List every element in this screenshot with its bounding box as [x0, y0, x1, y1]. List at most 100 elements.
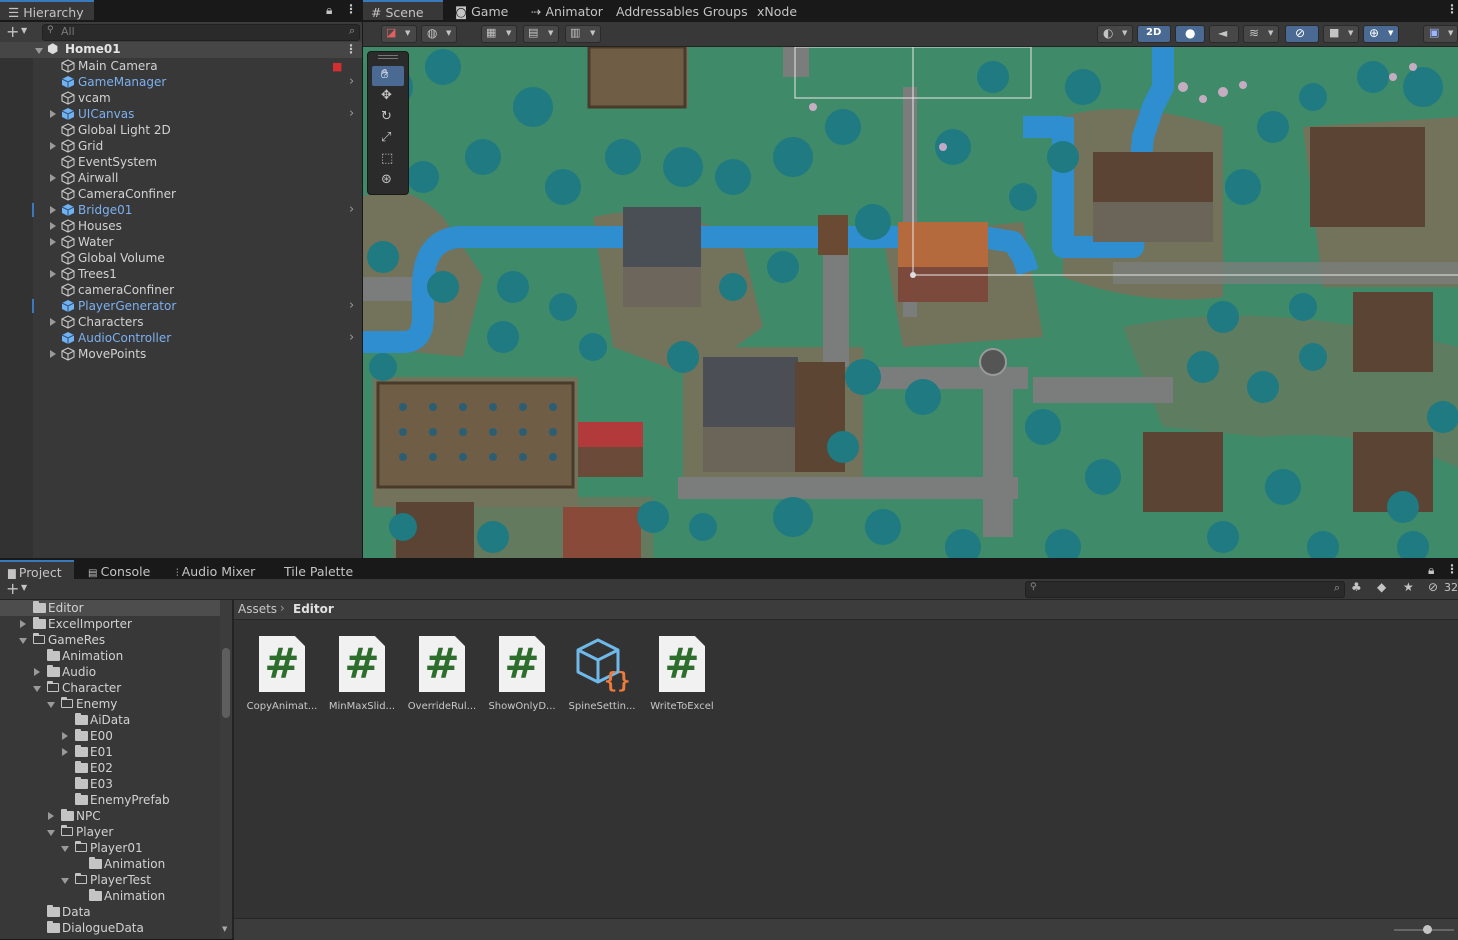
scroll-down-icon[interactable]: ▼	[222, 925, 227, 933]
add-icon[interactable]: +	[6, 22, 19, 41]
chevron-right-icon[interactable]: ›	[349, 330, 354, 346]
search-options-icon[interactable]: ⌕	[1334, 581, 1340, 595]
folder-tree-item[interactable]: ExcelImporter	[0, 616, 220, 632]
folder-tree-item[interactable]: PlayerTest	[0, 872, 220, 888]
collapse-arrow-icon[interactable]	[19, 638, 27, 644]
scale-tool-button[interactable]: ⤢	[372, 129, 404, 149]
hierarchy-item[interactable]: Global Light 2D	[0, 122, 362, 138]
hierarchy-item[interactable]: CameraConfiner	[0, 186, 362, 202]
folder-tree-item[interactable]: Animation	[0, 648, 220, 664]
collapse-arrow-icon[interactable]	[47, 702, 55, 708]
expand-arrow-icon[interactable]	[62, 748, 68, 756]
project-search-input[interactable]: ⚲ ⌕	[1025, 581, 1345, 598]
mode-2d-button[interactable]: 2D	[1137, 25, 1171, 43]
folder-tree-item[interactable]: NPC	[0, 808, 220, 824]
hierarchy-item[interactable]: Houses	[0, 218, 362, 234]
tab-xnode[interactable]: xNode	[751, 0, 797, 22]
expand-arrow-icon[interactable]	[48, 812, 54, 820]
expand-arrow-icon[interactable]	[62, 732, 68, 740]
tab-scene[interactable]: # Scene	[363, 0, 443, 20]
hierarchy-item[interactable]: vcam	[0, 90, 362, 106]
breadcrumb-editor[interactable]: Editor	[293, 602, 334, 616]
hierarchy-item[interactable]: Global Volume	[0, 250, 362, 266]
star-icon[interactable]: ★	[1403, 580, 1414, 594]
hierarchy-item[interactable]: cameraConfiner	[0, 282, 362, 298]
more-menu-icon[interactable]: ⋮	[1446, 562, 1458, 576]
folder-tree-item[interactable]: Editor	[0, 600, 220, 616]
lighting-button[interactable]: ●	[1175, 25, 1205, 43]
expand-arrow-icon[interactable]	[50, 110, 56, 118]
drag-handle-icon[interactable]	[378, 55, 398, 59]
increment-snap-button[interactable]: ▤ ▼	[523, 25, 559, 43]
chevron-down-icon[interactable]: ▼	[21, 583, 27, 592]
expand-arrow-icon[interactable]	[50, 206, 56, 214]
global-toggle-button[interactable]: ◍ ▼	[421, 25, 457, 43]
tab-hierarchy[interactable]: ☰ Hierarchy	[0, 0, 94, 20]
folder-tree-item[interactable]: E02	[0, 760, 220, 776]
chevron-down-icon[interactable]: ▼	[21, 26, 27, 35]
more-menu-icon[interactable]: ⋮	[1446, 2, 1458, 16]
grid-snapping-button[interactable]: ▦ ▼	[481, 25, 517, 43]
shading-mode-button[interactable]: ◐ ▼	[1097, 25, 1133, 43]
gizmos-button[interactable]: ⊕ ▼	[1363, 25, 1399, 43]
move-tool-button[interactable]: ✥	[372, 87, 404, 107]
ruler-button[interactable]: ▥ ▼	[565, 25, 601, 43]
tab-project[interactable]: ▇ Project	[0, 560, 74, 580]
hierarchy-item[interactable]: Characters	[0, 314, 362, 330]
hand-tool-button[interactable]: ✋︎	[372, 66, 404, 86]
collapse-arrow-icon[interactable]	[61, 878, 69, 884]
hierarchy-item[interactable]: Water	[0, 234, 362, 250]
tree-scrollbar[interactable]: ▼	[220, 600, 232, 939]
expand-arrow-icon[interactable]	[34, 668, 40, 676]
folder-tree-item[interactable]: E00	[0, 728, 220, 744]
hierarchy-search-input[interactable]: ⚲ All ⌕	[42, 24, 360, 41]
effects-button[interactable]: ≋ ▼	[1243, 25, 1279, 43]
folder-tree-item[interactable]: Player01	[0, 840, 220, 856]
hierarchy-item[interactable]: MovePoints	[0, 346, 362, 362]
hidden-eye-icon[interactable]: ⊘	[1428, 580, 1438, 594]
filter-type-icon[interactable]: ♣	[1351, 580, 1362, 594]
rotate-tool-button[interactable]: ↻	[372, 108, 404, 128]
asset-item[interactable]: {} SpineSettin...	[564, 636, 640, 712]
hierarchy-item[interactable]: Grid	[0, 138, 362, 154]
expand-arrow-icon[interactable]	[50, 222, 56, 230]
hierarchy-item[interactable]: EventSystem	[0, 154, 362, 170]
more-menu-icon[interactable]: ⋮	[345, 2, 357, 16]
folder-tree-item[interactable]: E03	[0, 776, 220, 792]
expand-arrow-icon[interactable]	[50, 270, 56, 278]
expand-arrow-icon[interactable]	[50, 350, 56, 358]
scrollbar-thumb[interactable]	[222, 648, 230, 718]
folder-tree-item[interactable]: E01	[0, 744, 220, 760]
zoom-slider-thumb[interactable]	[1423, 925, 1432, 934]
camera-button[interactable]: ■ ▼	[1323, 25, 1359, 43]
chevron-right-icon[interactable]: ›	[349, 202, 354, 218]
chevron-right-icon[interactable]: ›	[349, 74, 354, 90]
hierarchy-item[interactable]: Main Camera ■	[0, 58, 362, 74]
expand-arrow-icon[interactable]	[35, 48, 43, 54]
folder-tree-item[interactable]: Enemy	[0, 696, 220, 712]
overlays-button[interactable]: ▣ ▼	[1423, 25, 1458, 43]
collapse-arrow-icon[interactable]	[47, 830, 55, 836]
asset-item[interactable]: # CopyAnimat...	[244, 636, 320, 712]
breadcrumb-assets[interactable]: Assets	[238, 602, 277, 616]
expand-arrow-icon[interactable]	[20, 620, 26, 628]
tab-addressables-groups[interactable]: Addressables Groups	[610, 0, 748, 22]
lock-icon[interactable]: 🔒︎	[326, 3, 332, 18]
label-tag-icon[interactable]: ◆	[1377, 580, 1386, 594]
hidden-objects-button[interactable]: ⊘	[1285, 25, 1319, 43]
add-icon[interactable]: +	[6, 579, 19, 598]
asset-item[interactable]: # WriteToExcel	[644, 636, 720, 712]
chevron-right-icon[interactable]: ›	[349, 106, 354, 122]
hierarchy-item[interactable]: UICanvas ›	[0, 106, 362, 122]
folder-tree-item[interactable]: GameRes	[0, 632, 220, 648]
audio-button[interactable]: ◄	[1209, 25, 1239, 43]
scene-viewport[interactable]: ✋︎ ✥ ↻ ⤢ ⬚ ⊛	[363, 47, 1458, 558]
scene-menu-icon[interactable]: ⋮	[345, 42, 357, 56]
hierarchy-item[interactable]: Bridge01 ›	[0, 202, 362, 218]
folder-tree-item[interactable]: Audio	[0, 664, 220, 680]
search-options-icon[interactable]: ⌕	[349, 24, 355, 38]
hierarchy-item[interactable]: PlayerGenerator ›	[0, 298, 362, 314]
folder-tree-item[interactable]: EnemyPrefab	[0, 792, 220, 808]
asset-item[interactable]: # MinMaxSlid...	[324, 636, 400, 712]
folder-tree-item[interactable]: Character	[0, 680, 220, 696]
